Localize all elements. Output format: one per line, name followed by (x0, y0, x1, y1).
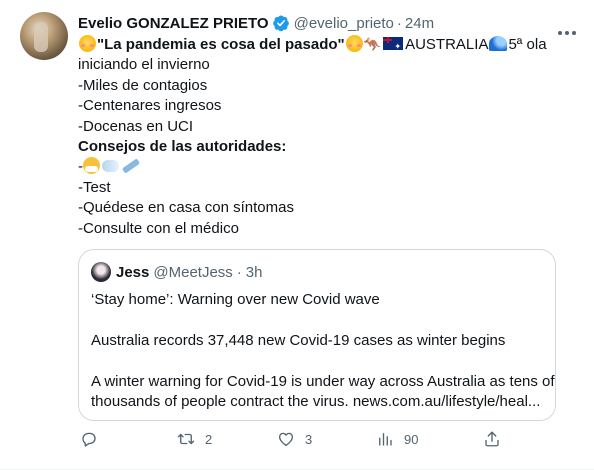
flushed-face-emoji-icon (79, 35, 96, 52)
tweet-text: "La pandemia es cosa del pasado" 🦘 AUSTRAL… (78, 34, 578, 239)
views-icon (379, 433, 392, 446)
tweet[interactable]: Evelio GONZALEZ PRIETO @evelio_prieto · … (0, 0, 594, 470)
retweet-icon (177, 433, 195, 445)
tweet-line-10: -Consulte con el médico (78, 219, 239, 237)
wave-emoji-icon (489, 36, 508, 51)
tweet-line-3: -Miles de contagios (78, 76, 208, 94)
syringe-emoji-icon (121, 158, 141, 175)
verified-badge-icon (272, 15, 289, 32)
tweet-line-7: - (78, 157, 578, 177)
quoted-tweet-text: ‘Stay home’: Warning over new Covid wave… (91, 290, 555, 412)
quote-title: "La pandemia es cosa del pasado" (97, 36, 345, 53)
quoted-tweet-time: 3h (245, 263, 263, 281)
share-icon (485, 431, 499, 447)
tweet-line-6: Consejos de las autoridades: (78, 138, 287, 156)
tweet-line-2: iniciando el invierno (78, 56, 210, 74)
more-icon[interactable] (556, 26, 578, 40)
author-avatar[interactable] (20, 12, 68, 60)
tweet-content: Evelio GONZALEZ PRIETO @evelio_prieto · … (78, 12, 578, 421)
quoted-line-2: Australia records 37,448 new Covid-19 ca… (91, 331, 506, 349)
tweet-line-4: -Centenares ingresos (78, 97, 222, 115)
quoted-line-1: ‘Stay home’: Warning over new Covid wave (91, 291, 380, 308)
retweet-button[interactable]: 2 (177, 430, 212, 448)
quoted-tweet-header: Jess @MeetJess · 3h (91, 262, 262, 282)
author-name[interactable]: Evelio GONZALEZ PRIETO (78, 15, 269, 32)
tweet-actions: 2 3 90 (80, 430, 510, 452)
views-count: 90 (404, 431, 419, 447)
separator-dot: · (396, 14, 402, 32)
quoted-line-4: thousands of people contract the virus. … (91, 393, 541, 410)
like-count: 3 (305, 431, 313, 447)
wave-number-text: 5ª ola (508, 36, 547, 53)
mask-face-emoji-icon (83, 157, 100, 175)
share-button[interactable] (483, 430, 501, 448)
quoted-tweet[interactable]: Jess @MeetJess · 3h ‘Stay home’: Warning… (78, 249, 556, 421)
quoted-author-name: Jess (116, 263, 150, 281)
tweet-line-8: -Test (78, 178, 111, 196)
reply-icon (82, 432, 96, 447)
flushed-face-emoji-icon (345, 35, 363, 52)
quoted-author-avatar (91, 262, 111, 282)
retweet-count: 2 (205, 431, 213, 447)
australia-flag-icon (383, 37, 404, 57)
author-handle[interactable]: @evelio_prieto (294, 15, 394, 32)
wind-emoji-icon (102, 160, 119, 173)
like-button[interactable]: 3 (277, 430, 312, 448)
tweet-line-9: -Quédese en casa con síntomas (78, 199, 294, 217)
reply-button[interactable] (80, 430, 108, 448)
kangaroo-emoji-icon: 🦘 (363, 36, 382, 52)
quoted-author-handle: @MeetJess (153, 263, 233, 281)
quoted-separator-dot: · (236, 263, 242, 281)
tweet-header: Evelio GONZALEZ PRIETO @evelio_prieto · … (78, 12, 578, 34)
quoted-line-3: A winter warning for Covid-19 is under w… (91, 372, 555, 390)
heart-icon (278, 432, 294, 447)
tweet-line-5: -Docenas en UCI (78, 117, 194, 135)
tweet-time[interactable]: 24m (405, 15, 434, 32)
views-button[interactable]: 90 (376, 430, 418, 448)
country-text: AUSTRALIA (405, 36, 489, 53)
tweet-line-1: "La pandemia es cosa del pasado" 🦘 AUSTRAL… (78, 34, 578, 57)
